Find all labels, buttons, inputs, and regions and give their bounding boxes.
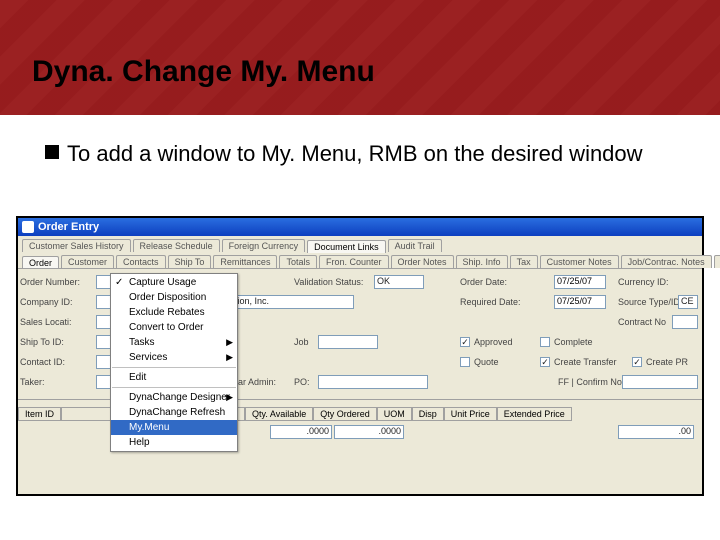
label-sales-location: Sales Locati: xyxy=(20,317,72,327)
tab-audit-trail[interactable]: Audit Trail xyxy=(388,239,442,252)
check-complete[interactable] xyxy=(540,337,550,347)
label-ff-confirm-no: FF | Confirm No: xyxy=(558,377,624,387)
tab-customer-notes[interactable]: Customer Notes xyxy=(540,255,619,268)
slide-title: Dyna. Change My. Menu xyxy=(32,55,375,89)
label-create-pr: Create PR xyxy=(646,357,688,367)
menu-exclude-rebates[interactable]: Exclude Rebates xyxy=(111,305,237,320)
tab-contacts[interactable]: Contacts xyxy=(116,255,166,268)
menu-dynachange-designer[interactable]: DynaChange Designer▶ xyxy=(111,390,237,405)
label-po: PO: xyxy=(294,377,310,387)
input-contract-no[interactable] xyxy=(672,315,698,329)
menu-convert-to-order[interactable]: Convert to Order xyxy=(111,320,237,335)
label-create-transfer: Create Transfer xyxy=(554,357,617,367)
cell-qty-available[interactable]: .0000 xyxy=(270,425,332,439)
tab-foreign-currency[interactable]: Foreign Currency xyxy=(222,239,306,252)
menu-separator-2 xyxy=(112,387,236,388)
menu-capture-usage[interactable]: ✓Capture Usage xyxy=(111,275,237,290)
chevron-right-icon: ▶ xyxy=(226,352,233,363)
menu-tasks-label: Tasks xyxy=(129,337,155,348)
label-admin: ar Admin: xyxy=(238,377,276,387)
label-ship-to-id: Ship To ID: xyxy=(20,337,64,347)
cell-extended-price[interactable]: .00 xyxy=(618,425,694,439)
menu-dynachange-designer-label: DynaChange Designer xyxy=(129,392,230,403)
tab-totals[interactable]: Totals xyxy=(279,255,317,268)
col-uom[interactable]: UOM xyxy=(377,407,412,421)
cell-qty-ordered[interactable]: .0000 xyxy=(334,425,404,439)
label-contact-id: Contact ID: xyxy=(20,357,65,367)
tab-customer-sales-history[interactable]: Customer Sales History xyxy=(22,239,131,252)
col-item-id[interactable]: Item ID xyxy=(18,407,61,421)
menu-capture-usage-label: Capture Usage xyxy=(129,277,196,288)
label-approved: Approved xyxy=(474,337,513,347)
app-screenshot: Order Entry Customer Sales History Relea… xyxy=(16,216,704,496)
check-create-pr[interactable]: ✓ xyxy=(632,357,642,367)
slide-header: Dyna. Change My. Menu xyxy=(0,0,720,115)
label-source-type-id: Source Type/ID: xyxy=(618,297,682,307)
label-taker: Taker: xyxy=(20,377,45,387)
label-quote: Quote xyxy=(474,357,499,367)
menu-services-label: Services xyxy=(129,352,167,363)
col-qty-available[interactable]: Qty. Available xyxy=(245,407,313,421)
window-titlebar[interactable]: Order Entry xyxy=(18,218,702,236)
label-required-date: Required Date: xyxy=(460,297,521,307)
tab-sales[interactable]: Sales xyxy=(714,255,720,268)
label-validation-status: Validation Status: xyxy=(294,277,363,287)
grid-headers: Item ID Qty. Available Qty Ordered UOM D… xyxy=(18,407,572,421)
check-create-transfer[interactable]: ✓ xyxy=(540,357,550,367)
tab-document-links[interactable]: Document Links xyxy=(307,240,386,253)
window-title: Order Entry xyxy=(38,221,99,233)
menu-mymenu[interactable]: My.Menu xyxy=(111,420,237,435)
col-qty-ordered[interactable]: Qty Ordered xyxy=(313,407,377,421)
check-approved[interactable]: ✓ xyxy=(460,337,470,347)
label-complete: Complete xyxy=(554,337,593,347)
check-quote[interactable] xyxy=(460,357,470,367)
menu-order-disposition[interactable]: Order Disposition xyxy=(111,290,237,305)
input-source-type-id[interactable]: CE xyxy=(678,295,698,309)
tab-remittances[interactable]: Remittances xyxy=(213,255,277,268)
label-contract-no: Contract No xyxy=(618,317,666,327)
tab-release-schedule[interactable]: Release Schedule xyxy=(133,239,220,252)
label-company-id: Company ID: xyxy=(20,297,73,307)
col-unit-price[interactable]: Unit Price xyxy=(444,407,497,421)
lower-tab-row: Order Customer Contacts Ship To Remittan… xyxy=(18,252,702,268)
tab-order-notes[interactable]: Order Notes xyxy=(391,255,454,268)
menu-services[interactable]: Services ▶ xyxy=(111,350,237,365)
tab-front-counter[interactable]: Fron. Counter xyxy=(319,255,389,268)
tab-tax[interactable]: Tax xyxy=(510,255,538,268)
menu-help[interactable]: Help xyxy=(111,435,237,450)
chevron-right-icon: ▶ xyxy=(226,337,233,348)
chevron-right-icon: ▶ xyxy=(226,392,233,403)
input-validation-status[interactable]: OK xyxy=(374,275,424,289)
input-required-date[interactable]: 07/25/07 xyxy=(554,295,606,309)
col-extended-price[interactable]: Extended Price xyxy=(497,407,572,421)
tab-job-contract-notes[interactable]: Job/Contrac. Notes xyxy=(621,255,712,268)
input-ff-confirm-no[interactable] xyxy=(622,375,698,389)
label-job: Job xyxy=(294,337,309,347)
input-order-date[interactable]: 07/25/07 xyxy=(554,275,606,289)
menu-dynachange-refresh[interactable]: DynaChange Refresh xyxy=(111,405,237,420)
input-job[interactable] xyxy=(318,335,378,349)
bullet-text: To add a window to My. Menu, RMB on the … xyxy=(45,140,690,168)
app-icon xyxy=(22,221,34,233)
col-disp[interactable]: Disp xyxy=(412,407,444,421)
context-menu: ✓Capture Usage Order Disposition Exclude… xyxy=(110,273,238,452)
label-order-date: Order Date: xyxy=(460,277,507,287)
tab-customer[interactable]: Customer xyxy=(61,255,114,268)
upper-tab-row: Customer Sales History Release Schedule … xyxy=(18,236,702,252)
bullet-square-icon xyxy=(45,145,59,159)
input-po[interactable] xyxy=(318,375,428,389)
menu-edit[interactable]: Edit xyxy=(111,370,237,385)
bullet-label: To add a window to My. Menu, RMB on the … xyxy=(67,141,643,166)
menu-tasks[interactable]: Tasks ▶ xyxy=(111,335,237,350)
label-currency-id: Currency ID: xyxy=(618,277,669,287)
tab-ship-info[interactable]: Ship. Info xyxy=(456,255,508,268)
label-order-number: Order Number: xyxy=(20,277,80,287)
form-area: Order Number: Company ID: Sales Locati: … xyxy=(18,268,702,483)
menu-separator-1 xyxy=(112,367,236,368)
tab-ship-to[interactable]: Ship To xyxy=(168,255,212,268)
